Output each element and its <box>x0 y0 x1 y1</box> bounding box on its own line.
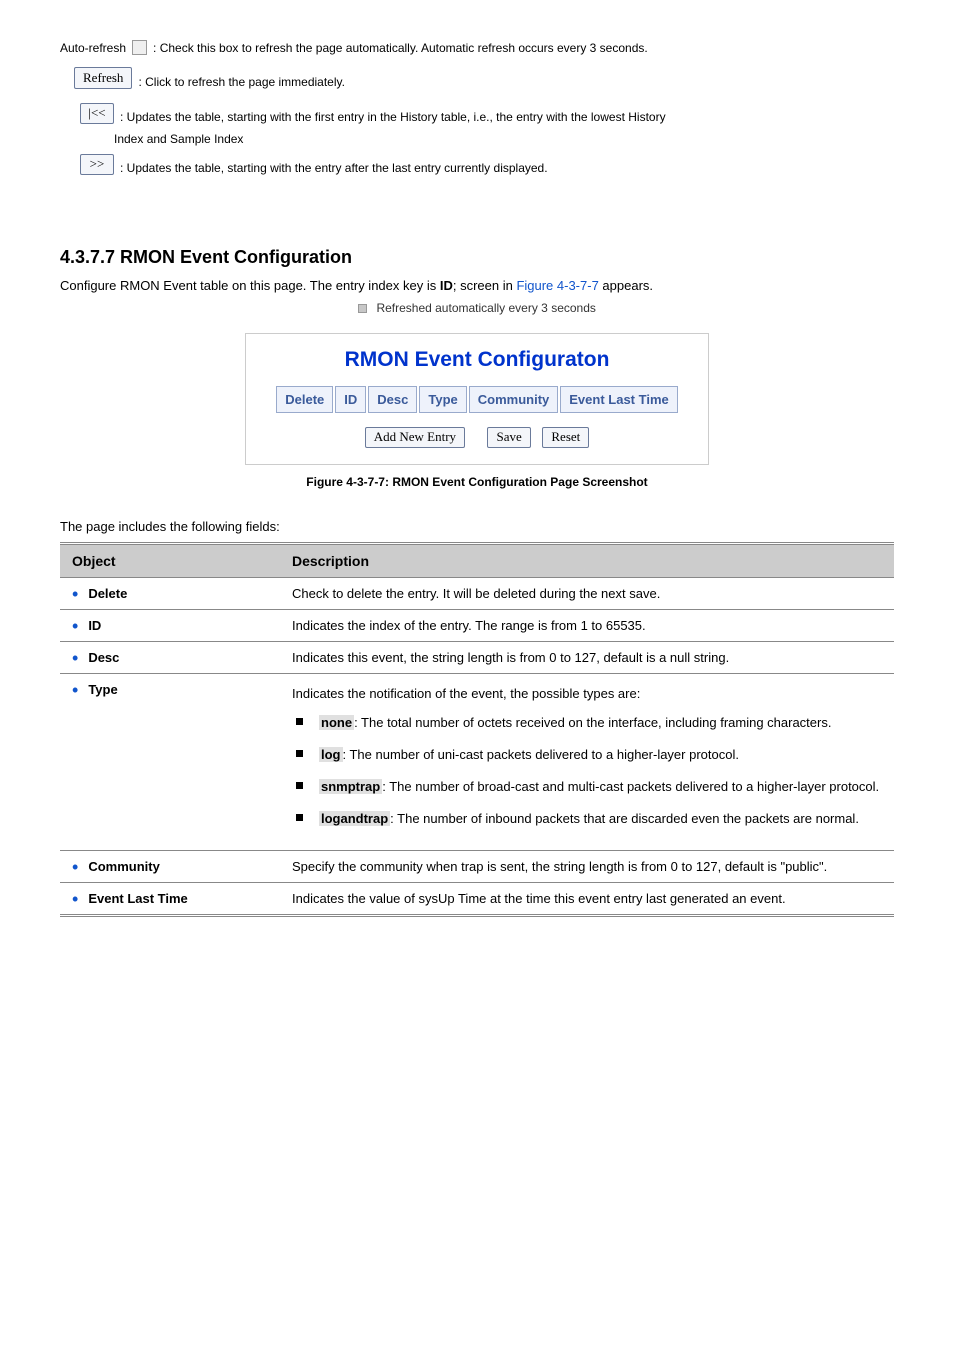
page-next-button[interactable]: >> <box>80 154 114 175</box>
col-community: Community <box>469 386 559 413</box>
col-event-last-time: Event Last Time <box>560 386 677 413</box>
auto-refresh-checkbox-icon <box>132 40 147 55</box>
config-header-table: Delete ID Desc Type Community Event Last… <box>274 384 679 415</box>
section-heading: 4.3.7.7 RMON Event Configuration <box>60 247 894 268</box>
desc-event-last-time: Indicates the value of sysUp Time at the… <box>280 882 894 915</box>
bullet-icon: • <box>72 652 78 664</box>
table-intro: The page includes the following fields: <box>60 519 894 534</box>
square-bullet-icon <box>296 750 303 757</box>
bullet-icon: • <box>72 861 78 873</box>
next-desc: : Updates the table, starting with the e… <box>120 161 548 175</box>
desc-desc: Indicates this event, the string length … <box>280 642 894 674</box>
bullet-icon: • <box>72 588 78 600</box>
desc-delete: Check to delete the entry. It will be de… <box>280 578 894 610</box>
figure-caption: Figure 4-3-7-7: RMON Event Configuration… <box>60 475 894 489</box>
prev-desc-line2: Index and Sample Index <box>114 132 243 146</box>
obj-type: Type <box>88 682 117 697</box>
bullet-icon: • <box>72 684 78 696</box>
col-delete: Delete <box>276 386 333 413</box>
table-row: • ID Indicates the index of the entry. T… <box>60 610 894 642</box>
panel-title: RMON Event Configuraton <box>274 348 679 372</box>
table-row: • Event Last Time Indicates the value of… <box>60 882 894 915</box>
square-bullet-icon <box>358 304 367 313</box>
refresh-button[interactable]: Refresh <box>74 67 132 89</box>
param-head-description: Description <box>280 544 894 578</box>
parameter-table: Object Description • Delete Check to del… <box>60 542 894 917</box>
table-row: • Desc Indicates this event, the string … <box>60 642 894 674</box>
desc-type: Indicates the notification of the event,… <box>280 674 894 851</box>
obj-desc: Desc <box>88 650 119 665</box>
refresh-desc: : Click to refresh the page immediately. <box>138 75 345 89</box>
obj-id: ID <box>88 618 101 633</box>
rmon-event-config-panel: RMON Event Configuraton Delete ID Desc T… <box>245 333 708 465</box>
col-id: ID <box>335 386 366 413</box>
table-row: • Type Indicates the notification of the… <box>60 674 894 851</box>
add-new-entry-button[interactable]: Add New Entry <box>365 427 465 448</box>
reset-button[interactable]: Reset <box>542 427 589 448</box>
obj-delete: Delete <box>88 586 127 601</box>
param-head-object: Object <box>60 544 280 578</box>
bullet-icon: • <box>72 893 78 905</box>
obj-event-last-time: Event Last Time <box>88 891 187 906</box>
page-prev-button[interactable]: |<< <box>80 103 114 124</box>
obj-community: Community <box>88 859 160 874</box>
table-row: • Community Specify the community when t… <box>60 850 894 882</box>
bullet-icon: • <box>72 620 78 632</box>
auto-refresh-label: Auto-refresh <box>60 41 126 55</box>
desc-id: Indicates the index of the entry. The ra… <box>280 610 894 642</box>
col-desc: Desc <box>368 386 417 413</box>
save-button[interactable]: Save <box>487 427 530 448</box>
square-bullet-icon <box>296 782 303 789</box>
auto-refresh-desc: : Check this box to refresh the page aut… <box>153 41 648 55</box>
square-bullet-icon <box>296 814 303 821</box>
table-row: • Delete Check to delete the entry. It w… <box>60 578 894 610</box>
square-bullet-icon <box>296 718 303 725</box>
desc-community: Specify the community when trap is sent,… <box>280 850 894 882</box>
section-intro: Configure RMON Event table on this page.… <box>60 278 894 293</box>
col-type: Type <box>419 386 466 413</box>
prev-desc: : Updates the table, starting with the f… <box>120 110 666 124</box>
figure-prelabel: Refreshed automatically every 3 seconds <box>60 301 894 315</box>
